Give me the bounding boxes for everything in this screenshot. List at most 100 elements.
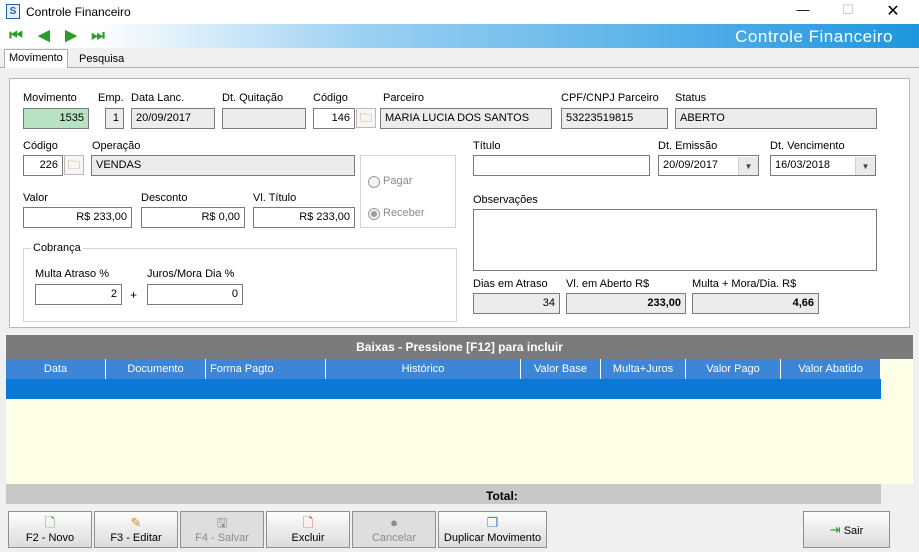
grid-total-bar: Total: bbox=[6, 484, 881, 504]
duplicate-icon: ❐ bbox=[486, 515, 499, 530]
codigo-operacao-label: Código bbox=[23, 140, 58, 152]
tipo-group: Pagar Receber bbox=[360, 155, 456, 228]
observacoes-label: Observações bbox=[473, 194, 538, 206]
status-field[interactable]: ABERTO bbox=[675, 108, 877, 129]
salvar-label: F4 - Salvar bbox=[195, 532, 249, 544]
baixas-grid-header: Baixas - Pressione [F12] para incluir bbox=[6, 335, 913, 359]
column-header[interactable]: Multa+Juros bbox=[601, 359, 686, 379]
save-icon: 🖫 bbox=[216, 515, 228, 530]
column-header[interactable]: Forma Pagto bbox=[206, 359, 326, 379]
data-lanc-label: Data Lanc. bbox=[131, 92, 185, 104]
edit-icon: ✎ bbox=[130, 515, 142, 530]
codigo-parceiro-field[interactable]: 146 bbox=[313, 108, 355, 129]
new-document-icon: 🗋 bbox=[44, 515, 56, 530]
chevron-down-icon[interactable]: ▼ bbox=[738, 157, 758, 175]
novo-button[interactable]: 🗋 F2 - Novo bbox=[8, 511, 92, 548]
cpf-cnpj-label: CPF/CNPJ Parceiro bbox=[561, 92, 659, 104]
minimize-icon[interactable]: — bbox=[793, 2, 813, 17]
column-header[interactable]: Valor Base bbox=[521, 359, 601, 379]
vl-aberto-label: Vl. em Aberto R$ bbox=[566, 278, 650, 290]
operacao-lookup-icon[interactable]: 🗀 bbox=[64, 155, 84, 175]
data-lanc-field[interactable]: 20/09/2017 bbox=[131, 108, 215, 129]
parceiro-field[interactable]: MARIA LUCIA DOS SANTOS bbox=[380, 108, 552, 129]
cpf-cnpj-field[interactable]: 53223519815 bbox=[561, 108, 668, 129]
salvar-button[interactable]: 🖫 F4 - Salvar bbox=[180, 511, 264, 548]
close-icon[interactable]: ✕ bbox=[883, 1, 903, 21]
tab-pesquisa[interactable]: Pesquisa bbox=[75, 51, 128, 69]
movimento-form: Movimento 1535 Emp. 1 Data Lanc. 20/09/2… bbox=[9, 78, 910, 328]
cancelar-button[interactable]: ● Cancelar bbox=[352, 511, 436, 548]
pagar-radio[interactable] bbox=[368, 176, 380, 188]
movimento-field[interactable]: 1535 bbox=[23, 108, 89, 129]
desconto-field[interactable]: R$ 0,00 bbox=[141, 207, 245, 228]
juros-mora-field[interactable]: 0 bbox=[147, 284, 243, 305]
titulo-field[interactable] bbox=[473, 155, 650, 176]
total-label: Total: bbox=[486, 489, 518, 503]
app-icon: S bbox=[6, 4, 20, 19]
vl-titulo-field[interactable]: R$ 233,00 bbox=[253, 207, 355, 228]
cobranca-title: Cobrança bbox=[31, 242, 83, 254]
dt-vencimento-field[interactable]: 16/03/2018 ▼ bbox=[770, 155, 876, 176]
multa-atraso-label: Multa Atraso % bbox=[35, 268, 109, 280]
header-banner: Controle Financeiro bbox=[0, 24, 919, 48]
window-title: Controle Financeiro bbox=[26, 5, 131, 19]
cobranca-group: Cobrança Multa Atraso % 2 + Juros/Mora D… bbox=[23, 242, 457, 322]
column-header[interactable]: Valor Pago bbox=[686, 359, 781, 379]
column-header[interactable]: Documento bbox=[106, 359, 206, 379]
tab-movimento[interactable]: Movimento bbox=[4, 49, 68, 68]
editar-button[interactable]: ✎ F3 - Editar bbox=[94, 511, 178, 548]
operacao-field[interactable]: VENDAS bbox=[91, 155, 355, 176]
observacoes-field[interactable] bbox=[473, 209, 877, 271]
excluir-button[interactable]: 🗋 Excluir bbox=[266, 511, 350, 548]
novo-label: F2 - Novo bbox=[25, 532, 75, 544]
status-label: Status bbox=[675, 92, 707, 104]
tab-strip: Movimento Pesquisa bbox=[0, 48, 919, 68]
cancelar-label: Cancelar bbox=[371, 532, 417, 544]
column-header[interactable]: Data bbox=[6, 359, 106, 379]
dias-atraso-field[interactable]: 34 bbox=[473, 293, 560, 314]
valor-label: Valor bbox=[23, 192, 48, 204]
vl-titulo-label: Vl. Título bbox=[253, 192, 297, 204]
vl-aberto-field[interactable]: 233,00 bbox=[566, 293, 686, 314]
multa-mora-field[interactable]: 4,66 bbox=[692, 293, 819, 314]
chevron-down-icon[interactable]: ▼ bbox=[855, 157, 875, 175]
codigo-operacao-field[interactable]: 226 bbox=[23, 155, 63, 176]
movimento-label: Movimento bbox=[23, 92, 77, 104]
table-row[interactable] bbox=[6, 379, 881, 399]
sair-button[interactable]: ⇥ Sair bbox=[803, 511, 890, 548]
valor-field[interactable]: R$ 233,00 bbox=[23, 207, 132, 228]
baixas-grid[interactable]: Data Documento Forma Pagto Histórico Val… bbox=[6, 359, 913, 484]
receber-label: Receber bbox=[383, 207, 425, 219]
banner-title: Controle Financeiro bbox=[735, 27, 893, 46]
delete-icon: 🗋 bbox=[302, 515, 314, 530]
operacao-label: Operação bbox=[92, 140, 141, 152]
plus-sign: + bbox=[130, 288, 138, 302]
dt-emissao-field[interactable]: 20/09/2017 ▼ bbox=[658, 155, 759, 176]
column-header[interactable]: Valor Abatido bbox=[781, 359, 881, 379]
receber-radio[interactable] bbox=[368, 208, 380, 220]
desconto-label: Desconto bbox=[141, 192, 188, 204]
duplicar-label: Duplicar Movimento bbox=[443, 532, 542, 544]
exit-icon: ⇥ bbox=[829, 522, 841, 537]
multa-atraso-field[interactable]: 2 bbox=[35, 284, 122, 305]
parceiro-label: Parceiro bbox=[383, 92, 424, 104]
dt-quitacao-field[interactable] bbox=[222, 108, 306, 129]
maximize-icon[interactable]: ☐ bbox=[840, 2, 856, 18]
multa-mora-label: Multa + Mora/Dia. R$ bbox=[692, 278, 797, 290]
juros-mora-label: Juros/Mora Dia % bbox=[147, 268, 235, 280]
parceiro-lookup-icon[interactable]: 🗀 bbox=[356, 108, 376, 128]
emp-label: Emp. bbox=[98, 92, 124, 104]
editar-label: F3 - Editar bbox=[110, 532, 162, 544]
pagar-label: Pagar bbox=[383, 175, 413, 187]
first-record-icon[interactable]: ⏮ bbox=[7, 27, 25, 45]
column-header[interactable]: Histórico bbox=[326, 359, 521, 379]
window-titlebar: S Controle Financeiro — ☐ ✕ bbox=[0, 0, 919, 24]
next-record-icon[interactable]: ▶ bbox=[62, 27, 80, 45]
previous-record-icon[interactable]: ◀ bbox=[35, 27, 53, 45]
duplicar-button[interactable]: ❐ Duplicar Movimento bbox=[438, 511, 547, 548]
titulo-label: Título bbox=[473, 140, 501, 152]
last-record-icon[interactable]: ⏭ bbox=[89, 27, 107, 45]
emp-field[interactable]: 1 bbox=[105, 108, 124, 129]
dt-emissao-label: Dt. Emissão bbox=[658, 140, 718, 152]
dt-quitacao-label: Dt. Quitação bbox=[222, 92, 284, 104]
